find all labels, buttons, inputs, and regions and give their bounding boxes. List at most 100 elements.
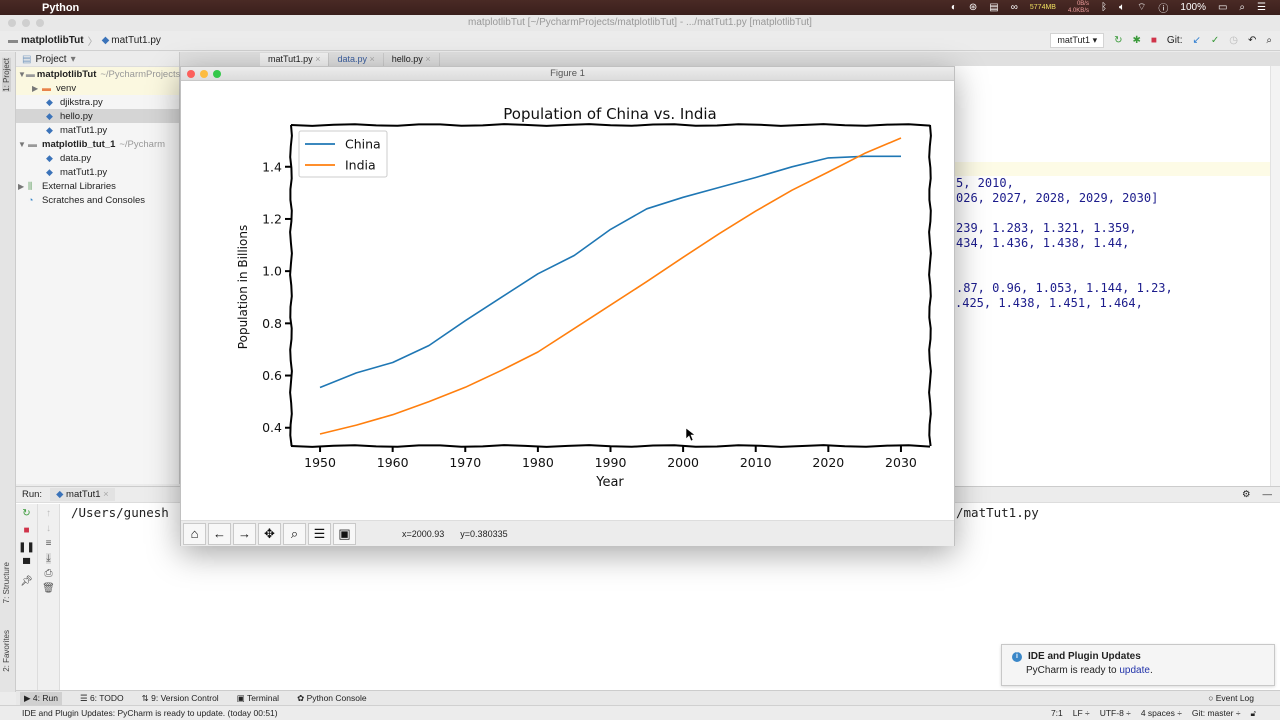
caret-position[interactable]: 7:1 bbox=[1051, 708, 1063, 719]
project-view-select[interactable]: Project bbox=[35, 54, 66, 65]
project-tool-button[interactable]: 1: Project bbox=[2, 58, 11, 92]
debug-icon[interactable]: ✱ bbox=[1132, 35, 1140, 46]
pan-icon[interactable]: ✥ bbox=[258, 522, 281, 545]
close-icon: × bbox=[425, 54, 431, 64]
status-icon[interactable]: ◐ bbox=[951, 2, 957, 13]
zoom-button[interactable] bbox=[36, 19, 44, 27]
back-icon[interactable]: ← bbox=[208, 522, 231, 545]
print-icon[interactable]: ⎙ bbox=[45, 568, 53, 579]
folder-icon: ▬ bbox=[42, 83, 51, 93]
forward-icon[interactable]: → bbox=[233, 522, 256, 545]
glasses-icon[interactable]: ∞ bbox=[1011, 2, 1018, 13]
breadcrumb-file[interactable]: matTut1.py bbox=[111, 35, 161, 46]
tree-item-file[interactable]: ◆ hello.py bbox=[16, 109, 179, 123]
python-file-icon: ◆ bbox=[101, 35, 110, 46]
tool-python-console[interactable]: ✿ Python Console bbox=[297, 693, 367, 704]
soft-wrap-icon[interactable]: ≡ bbox=[46, 538, 52, 549]
folder-icon: ▬ bbox=[28, 139, 37, 149]
gear-icon[interactable]: ⚙ bbox=[1242, 489, 1251, 500]
tool-version-control[interactable]: ⇅ 9: Version Control bbox=[142, 693, 219, 704]
plot-frame-left bbox=[289, 124, 293, 447]
trash-icon[interactable]: 🗑︎ bbox=[42, 583, 55, 594]
pause-icon[interactable]: ❚❚ bbox=[18, 542, 35, 553]
wifi-icon[interactable]: ⌔ bbox=[1137, 1, 1146, 14]
indent-setting[interactable]: 4 spaces ÷ bbox=[1141, 708, 1182, 719]
minimize-button[interactable] bbox=[22, 19, 30, 27]
tree-item-folder[interactable]: ▶ ▬ venv bbox=[16, 81, 179, 95]
editor-scrollbar[interactable] bbox=[1270, 66, 1280, 486]
git-commit-icon[interactable]: ✓ bbox=[1211, 35, 1219, 46]
git-revert-icon[interactable]: ↶ bbox=[1248, 35, 1256, 46]
console-output: /Users/gunesh bbox=[71, 505, 169, 520]
bluetooth-icon[interactable]: ᛒ bbox=[1101, 2, 1107, 13]
rerun-icon[interactable]: ↻ bbox=[1114, 35, 1122, 46]
notification-center-icon[interactable]: ☰ bbox=[1257, 2, 1266, 13]
tool-terminal[interactable]: ▣ Terminal bbox=[237, 693, 279, 704]
stop-icon[interactable]: ■ bbox=[1151, 35, 1157, 46]
git-branch[interactable]: Git: master ÷ bbox=[1192, 708, 1241, 719]
chart-canvas[interactable]: Population of China vs. India 1950 1960 19… bbox=[181, 81, 954, 520]
app-menu-name[interactable]: Python bbox=[42, 2, 79, 14]
python-file-icon: ◆ bbox=[46, 166, 53, 177]
status-message[interactable]: IDE and Plugin Updates: PyCharm is ready… bbox=[22, 708, 278, 718]
zoom-icon[interactable]: ⌕ bbox=[283, 522, 306, 545]
tool-todo[interactable]: ☰ 6: TODO bbox=[80, 693, 124, 704]
tree-item-root[interactable]: ▼ ▬ matplotlibTut ~/PycharmProjects bbox=[16, 67, 180, 81]
tree-item-scratches[interactable]: ◔ Scratches and Consoles bbox=[16, 193, 179, 207]
pin-icon[interactable]: 📌︎ bbox=[20, 576, 33, 587]
layout-icon[interactable]: ▀ bbox=[23, 559, 30, 570]
timemachine-icon[interactable]: ⓘ bbox=[1158, 0, 1168, 15]
configure-icon[interactable]: ☰ bbox=[308, 522, 331, 545]
project-panel-header[interactable]: ▤ Project ▾ bbox=[16, 52, 179, 67]
window-titlebar: matplotlibTut [~/PycharmProjects/matplot… bbox=[0, 15, 1280, 31]
close-icon: × bbox=[315, 54, 321, 64]
favorites-tool-button[interactable]: 2: Favorites bbox=[2, 630, 11, 672]
tab-data[interactable]: data.py × bbox=[329, 53, 384, 66]
tree-item-libraries[interactable]: ▶ ⫼ External Libraries bbox=[16, 179, 179, 193]
update-link[interactable]: update bbox=[1119, 665, 1150, 676]
run-tab[interactable]: ◆ matTut1 × bbox=[50, 488, 115, 501]
save-icon[interactable]: ▣ bbox=[333, 522, 356, 545]
rerun-icon[interactable]: ↻ bbox=[22, 508, 30, 519]
search-icon[interactable]: ⌕ bbox=[1266, 35, 1272, 46]
y-tick-label: 1.2 bbox=[262, 211, 282, 226]
tool-run[interactable]: ▶ 4: Run bbox=[20, 691, 62, 705]
figure-zoom-button[interactable] bbox=[213, 70, 221, 78]
close-button[interactable] bbox=[8, 19, 16, 27]
down-icon[interactable]: ↓ bbox=[46, 523, 51, 534]
breadcrumb-project[interactable]: matplotlibTut bbox=[21, 35, 84, 46]
file-encoding[interactable]: UTF-8 ÷ bbox=[1100, 708, 1131, 719]
structure-tool-button[interactable]: 7: Structure bbox=[2, 562, 11, 603]
volume-icon[interactable]: 🔈︎ bbox=[1119, 2, 1125, 13]
tab-hello[interactable]: hello.py × bbox=[384, 53, 440, 66]
git-history-icon[interactable]: ◷ bbox=[1229, 35, 1238, 46]
event-log-button[interactable]: ○ Event Log bbox=[1208, 693, 1254, 703]
run-config-select[interactable]: matTut1 ▾ bbox=[1050, 33, 1105, 48]
tree-item-file[interactable]: ◆ matTut1.py bbox=[16, 123, 179, 137]
status-icon[interactable]: ⊛ bbox=[969, 2, 977, 13]
hide-icon[interactable]: — bbox=[1263, 489, 1273, 500]
spotlight-icon[interactable]: ⌕ bbox=[1239, 2, 1245, 13]
battery-readout[interactable]: 100% bbox=[1180, 2, 1206, 13]
git-update-icon[interactable]: ↙ bbox=[1192, 35, 1200, 46]
home-icon[interactable]: ⌂ bbox=[183, 522, 206, 545]
tree-item-file[interactable]: ◆ matTut1.py bbox=[16, 165, 179, 179]
tree-item-file[interactable]: ◆ djikstra.py bbox=[16, 95, 179, 109]
x-tick-label: 2000 bbox=[667, 455, 699, 470]
tab-matTut1[interactable]: matTut1.py × bbox=[260, 53, 330, 66]
figure-close-button[interactable] bbox=[187, 70, 195, 78]
update-notification[interactable]: i IDE and Plugin Updates PyCharm is ready… bbox=[1001, 644, 1275, 686]
tree-item-root[interactable]: ▼ ▬ matplotlib_tut_1 ~/Pycharm bbox=[16, 137, 179, 151]
line-separator[interactable]: LF ÷ bbox=[1073, 708, 1090, 719]
stop-icon[interactable]: ■ bbox=[23, 525, 29, 536]
macos-menubar: Python ◐ ⊛ ▤ ∞ 5774MB 0B/s 4.0KB/s ᛒ 🔈︎ ⌔… bbox=[0, 0, 1280, 15]
library-icon: ⫼ bbox=[28, 180, 33, 191]
code-line: 5, 2010, bbox=[956, 176, 1014, 190]
figure-minimize-button[interactable] bbox=[200, 70, 208, 78]
scroll-end-icon[interactable]: ⤓ bbox=[46, 553, 51, 564]
up-icon[interactable]: ↑ bbox=[46, 508, 51, 519]
code-line: .87, 0.96, 1.053, 1.144, 1.23, bbox=[956, 281, 1173, 295]
tree-item-file[interactable]: ◆ data.py bbox=[16, 151, 179, 165]
status-icon[interactable]: ▤ bbox=[989, 2, 998, 13]
lock-icon[interactable]: 🔓︎ bbox=[1250, 708, 1256, 719]
